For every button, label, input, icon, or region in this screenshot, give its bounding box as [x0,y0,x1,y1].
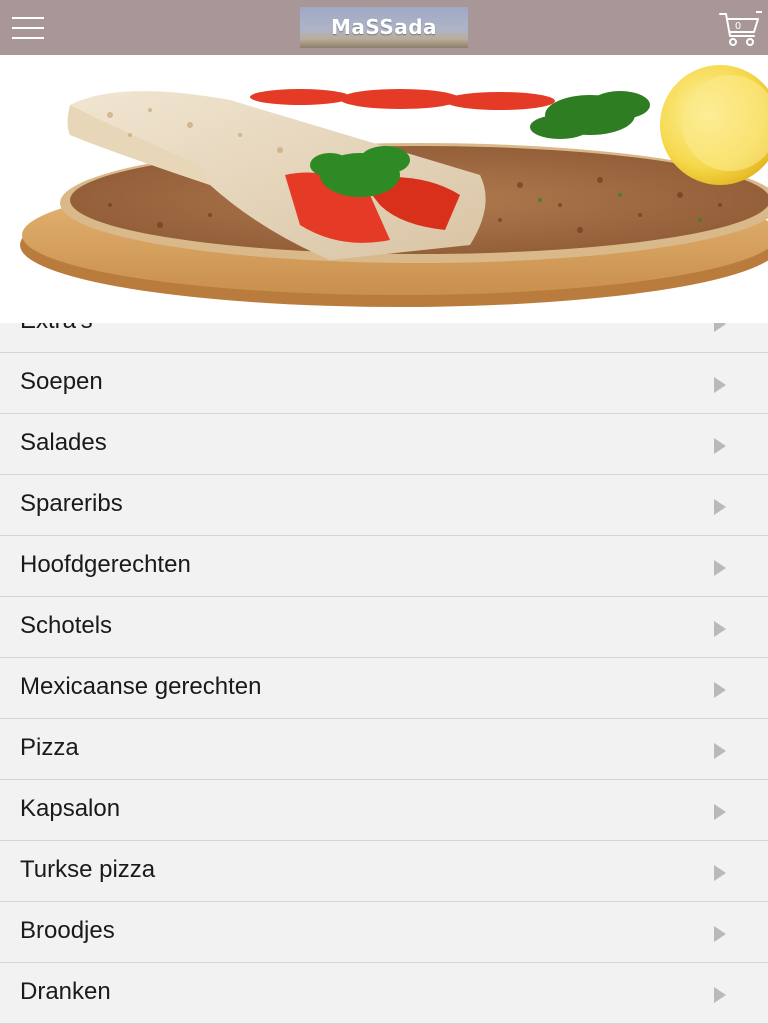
category-item-mexicaanse-gerechten[interactable]: Mexicaanse gerechten [0,658,768,719]
app-header: MaSSada 0 [0,0,768,55]
chevron-right-icon [714,438,726,454]
category-label: Spareribs [20,490,123,517]
category-label: Turkse pizza [20,856,156,883]
logo[interactable]: MaSSada [300,7,468,48]
food-illustration [20,65,768,307]
chevron-right-icon [714,682,726,698]
category-item-pizza[interactable]: Pizza [0,719,768,780]
chevron-right-icon [714,743,726,759]
hero-banner-image [0,55,768,323]
category-label: Broodjes [20,917,115,944]
category-item-schotels[interactable]: Schotels [0,597,768,658]
category-label: Schotels [20,612,113,639]
category-item-broodjes[interactable]: Broodjes [0,902,768,963]
category-label: Mexicaanse gerechten [20,673,262,700]
category-label: Soepen [20,368,103,395]
logo-text: MaSSada [330,14,438,39]
cart-count-badge: 0 [734,21,742,32]
category-label: Hoofdgerechten [20,551,191,578]
chevron-right-icon [714,377,726,393]
hamburger-menu-icon[interactable] [12,16,44,40]
category-list: Extra's Soepen Salades Spareribs Hoofdge… [0,292,768,1024]
chevron-right-icon [714,865,726,881]
category-label: Salades [20,429,107,456]
chevron-right-icon [714,926,726,942]
category-item-soepen[interactable]: Soepen [0,353,768,414]
category-item-hoofdgerechten[interactable]: Hoofdgerechten [0,536,768,597]
shopping-cart-icon[interactable]: 0 [718,10,762,48]
category-item-salades[interactable]: Salades [0,414,768,475]
chevron-right-icon [714,804,726,820]
category-item-kapsalon[interactable]: Kapsalon [0,780,768,841]
chevron-right-icon [714,621,726,637]
category-item-dranken[interactable]: Dranken [0,963,768,1024]
chevron-right-icon [714,499,726,515]
chevron-right-icon [714,560,726,576]
category-item-turkse-pizza[interactable]: Turkse pizza [0,841,768,902]
category-label: Pizza [20,734,79,761]
category-label: Kapsalon [20,795,121,822]
category-item-spareribs[interactable]: Spareribs [0,475,768,536]
category-label: Dranken [20,978,111,1005]
chevron-right-icon [714,987,726,1003]
